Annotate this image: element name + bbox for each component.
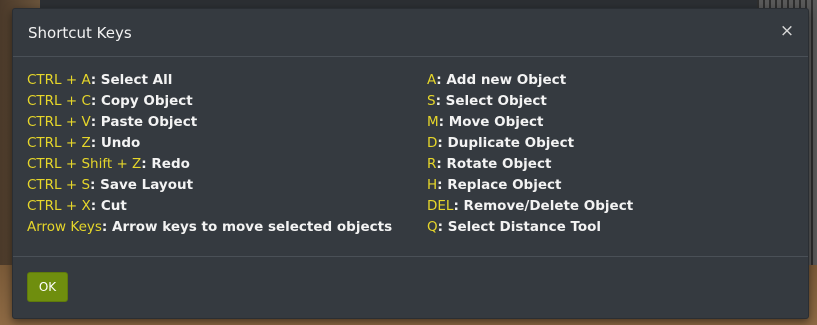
shortcut-row: A: Add new Object <box>427 70 633 91</box>
shortcut-description: : Select Distance Tool <box>437 219 602 235</box>
shortcut-description: : Select Object <box>435 93 547 109</box>
shortcut-description: : Move Object <box>438 114 544 130</box>
shortcut-list-right: A: Add new Object S: Select Object M: Mo… <box>427 70 633 238</box>
shortcut-key: D <box>427 135 438 151</box>
modal-header: Shortcut Keys × <box>13 9 808 57</box>
modal-title: Shortcut Keys <box>28 24 132 42</box>
shortcut-row: Arrow Keys: Arrow keys to move selected … <box>27 217 392 238</box>
close-button[interactable]: × <box>778 22 796 40</box>
shortcut-key: CTRL + C <box>27 93 91 109</box>
shortcut-row: CTRL + V: Paste Object <box>27 112 392 133</box>
shortcut-key: CTRL + A <box>27 72 91 88</box>
shortcut-key: Arrow Keys <box>27 219 102 235</box>
modal-footer: OK <box>13 257 808 318</box>
shortcut-key: R <box>427 156 437 172</box>
modal-body: CTRL + A: Select All CTRL + C: Copy Obje… <box>13 57 808 257</box>
shortcut-description: : Arrow keys to move selected objects <box>101 219 393 235</box>
shortcut-description: : Rotate Object <box>436 156 552 172</box>
shortcut-row: D: Duplicate Object <box>427 133 633 154</box>
shortcut-row: DEL: Remove/Delete Object <box>427 196 633 217</box>
shortcut-key: M <box>427 114 439 130</box>
shortcut-description: : Undo <box>90 135 141 151</box>
shortcut-key: A <box>427 72 437 88</box>
shortcut-description: : Duplicate Object <box>437 135 575 151</box>
shortcut-key: CTRL + Shift + Z <box>27 156 142 172</box>
shortcut-key: CTRL + X <box>27 198 91 214</box>
shortcut-row: M: Move Object <box>427 112 633 133</box>
shortcut-description: : Save Layout <box>90 177 194 193</box>
shortcut-key: CTRL + S <box>27 177 91 193</box>
shortcut-description: : Redo <box>141 156 190 172</box>
shortcut-key: CTRL + V <box>27 114 91 130</box>
shortcut-row: CTRL + Shift + Z: Redo <box>27 154 392 175</box>
shortcut-description: : Copy Object <box>90 93 193 109</box>
shortcut-row: CTRL + X: Cut <box>27 196 392 217</box>
shortcut-key: CTRL + Z <box>27 135 91 151</box>
shortcut-row: R: Rotate Object <box>427 154 633 175</box>
shortcut-row: H: Replace Object <box>427 175 633 196</box>
shortcut-key: S <box>427 93 436 109</box>
shortcut-key: H <box>427 177 438 193</box>
shortcut-row: Q: Select Distance Tool <box>427 217 633 238</box>
shortcut-key: DEL <box>427 198 454 214</box>
shortcut-row: CTRL + Z: Undo <box>27 133 392 154</box>
shortcut-description: : Select All <box>90 72 173 88</box>
shortcut-list-left: CTRL + A: Select All CTRL + C: Copy Obje… <box>27 70 392 238</box>
shortcut-description: : Replace Object <box>437 177 562 193</box>
background-top-strip <box>0 0 817 8</box>
shortcut-row: S: Select Object <box>427 91 633 112</box>
shortcut-row: CTRL + C: Copy Object <box>27 91 392 112</box>
shortcut-description: : Cut <box>90 198 127 214</box>
shortcut-keys-modal: Shortcut Keys × CTRL + A: Select All CTR… <box>12 8 809 319</box>
shortcut-key: Q <box>427 219 438 235</box>
shortcut-description: : Paste Object <box>90 114 198 130</box>
shortcut-row: CTRL + S: Save Layout <box>27 175 392 196</box>
shortcut-description: : Remove/Delete Object <box>453 198 634 214</box>
shortcut-row: CTRL + A: Select All <box>27 70 392 91</box>
ok-button[interactable]: OK <box>27 272 68 302</box>
shortcut-description: : Add new Object <box>436 72 567 88</box>
